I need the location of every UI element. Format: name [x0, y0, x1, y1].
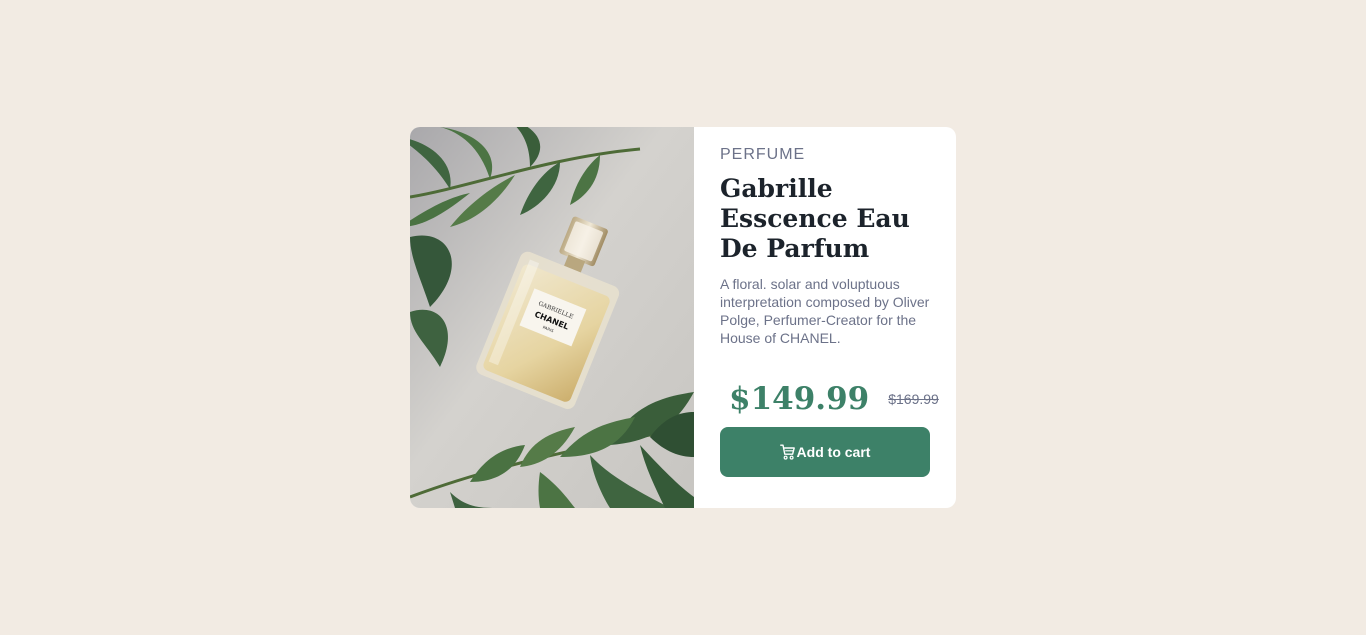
current-price: $149.99	[729, 381, 870, 417]
product-description: A floral. solar and voluptuous interpret…	[720, 276, 930, 346]
product-details: PERFUME Gabrille Esscence Eau De Parfum …	[694, 127, 956, 508]
original-price: $169.99	[888, 391, 939, 407]
product-category: PERFUME	[720, 146, 806, 163]
product-card: GABRIELLE CHANEL PARIS PERFUME Gabrille …	[410, 127, 956, 508]
add-to-cart-button[interactable]: Add to cart	[720, 427, 930, 477]
product-image: GABRIELLE CHANEL PARIS	[410, 127, 694, 508]
add-to-cart-label: Add to cart	[796, 444, 871, 460]
product-title: Gabrille Esscence Eau De Parfum	[720, 174, 910, 263]
cart-icon	[779, 444, 795, 460]
price-row: $149.99 $169.99	[720, 379, 939, 419]
